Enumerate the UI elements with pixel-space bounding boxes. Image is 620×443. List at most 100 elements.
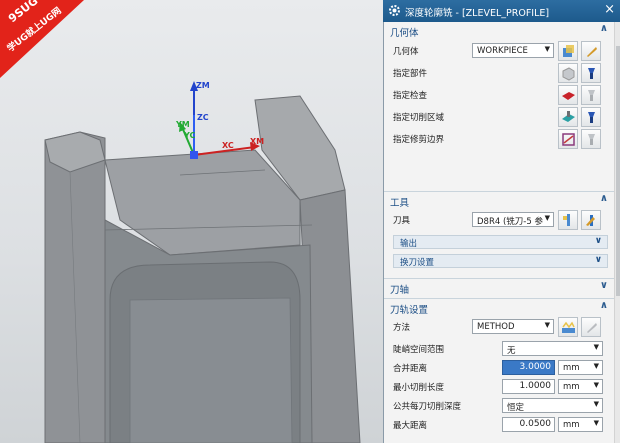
axis-label-zm: ZM <box>196 81 210 90</box>
geometry-select-value: WORKPIECE <box>477 46 528 56</box>
dropdown-arrow-icon: ▼ <box>544 214 550 222</box>
check-body-icon <box>562 92 575 100</box>
new-method-button[interactable] <box>558 317 578 337</box>
max-distance-input[interactable]: 0.0500 <box>502 417 555 432</box>
min-cut-length-unit: mm <box>563 382 580 392</box>
chevron-down-icon[interactable]: ∨ <box>600 280 608 291</box>
specify-cut-area-row: 指定切削区域 <box>384 106 614 127</box>
merge-distance-row: 合并距离 3.0000 mm ▼ <box>384 357 614 377</box>
axis-label-xc: XC <box>222 141 234 150</box>
axis-label-ym: YM <box>176 120 190 129</box>
select-check-button[interactable] <box>558 85 578 105</box>
flashlight-icon <box>588 112 595 123</box>
depth-per-cut-value: 恒定 <box>507 403 525 413</box>
section-path-settings-header[interactable]: 刀轨设置 ∧ <box>384 298 614 316</box>
flashlight-icon <box>588 68 595 79</box>
chevron-up-icon[interactable]: ∧ <box>600 300 608 311</box>
chevron-down-icon[interactable]: ∨ <box>595 236 602 246</box>
min-cut-length-input[interactable]: 1.0000 <box>502 379 555 394</box>
new-tool-button[interactable] <box>558 210 578 230</box>
flashlight-icon <box>588 90 595 101</box>
display-cut-area-button[interactable] <box>581 107 601 127</box>
scrollbar-thumb[interactable] <box>616 46 620 296</box>
method-select-value: METHOD <box>477 322 515 332</box>
min-cut-length-label: 最小切削长度 <box>393 383 445 393</box>
max-distance-row: 最大距离 0.0500 mm ▼ <box>384 414 614 434</box>
max-distance-label: 最大距离 <box>393 421 428 431</box>
section-tool-label: 工具 <box>390 198 410 209</box>
display-check-button[interactable] <box>581 85 601 105</box>
select-part-button[interactable] <box>558 63 578 83</box>
change-tool-label: 换刀设置 <box>400 258 435 268</box>
output-subsection[interactable]: 输出 ∨ <box>393 235 608 249</box>
tool-row: 刀具 D8R4 (铣刀-5 参 ▼ <box>384 209 614 230</box>
tool-select-value: D8R4 (铣刀-5 参 <box>477 217 543 227</box>
merge-distance-input[interactable]: 3.0000 <box>502 360 555 375</box>
chevron-up-icon[interactable]: ∧ <box>600 193 608 204</box>
steep-range-select[interactable]: 无 ▼ <box>502 341 603 356</box>
specify-part-label: 指定部件 <box>393 69 428 79</box>
min-cut-length-row: 最小切削长度 1.0000 mm ▼ <box>384 376 614 396</box>
tool-select[interactable]: D8R4 (铣刀-5 参 ▼ <box>472 212 554 227</box>
wrench-icon <box>587 323 597 333</box>
dropdown-arrow-icon: ▼ <box>544 321 550 329</box>
method-row: 方法 METHOD ▼ <box>384 316 614 337</box>
geometry-select[interactable]: WORKPIECE ▼ <box>472 43 554 58</box>
section-tool-axis-header[interactable]: 刀轴 ∨ <box>384 278 614 296</box>
merge-distance-unit-select[interactable]: mm ▼ <box>558 360 603 375</box>
depth-per-cut-label: 公共每刀切削深度 <box>393 402 462 412</box>
specify-check-label: 指定检查 <box>393 91 428 101</box>
display-part-button[interactable] <box>581 63 601 83</box>
steep-range-value: 无 <box>507 346 516 356</box>
new-geometry-button[interactable] <box>558 41 578 61</box>
dropdown-arrow-icon: ▼ <box>593 362 599 370</box>
select-cut-area-button[interactable] <box>558 107 578 127</box>
section-geometry-label: 几何体 <box>390 28 419 39</box>
specify-part-row: 指定部件 <box>384 62 614 83</box>
steep-range-row: 陡峭空间范围 无 ▼ <box>384 338 614 358</box>
section-tool-header[interactable]: 工具 ∧ <box>384 191 614 209</box>
geometry-row: 几何体 WORKPIECE ▼ <box>384 40 614 61</box>
dropdown-arrow-icon: ▼ <box>593 419 599 427</box>
merge-distance-label: 合并距离 <box>393 364 428 374</box>
edit-geometry-button[interactable] <box>581 41 601 61</box>
display-trim-button[interactable] <box>581 129 601 149</box>
depth-per-cut-row: 公共每刀切削深度 恒定 ▼ <box>384 395 614 415</box>
geometry-label: 几何体 <box>393 47 419 57</box>
specify-trim-row: 指定修剪边界 <box>384 128 614 149</box>
select-trim-button[interactable] <box>558 129 578 149</box>
part-cube-icon <box>562 67 575 81</box>
chevron-up-icon[interactable]: ∧ <box>600 23 608 34</box>
max-distance-unit: mm <box>563 420 580 430</box>
section-geometry-header[interactable]: 几何体 ∧ <box>384 22 614 39</box>
trim-boundary-icon <box>562 133 575 146</box>
steep-range-label: 陡峭空间范围 <box>393 345 445 355</box>
operation-dialog: 几何体 ∧ 几何体 WORKPIECE ▼ 指定部件 指定检查 指定切削区域 指… <box>383 22 620 443</box>
edit-tool-button[interactable] <box>581 210 601 230</box>
dialog-title-bar[interactable]: 深度轮廓铣 - [ZLEVEL_PROFILE] × <box>383 0 620 22</box>
flashlight-icon <box>588 134 595 145</box>
change-tool-subsection[interactable]: 换刀设置 ∨ <box>393 254 608 268</box>
edit-method-button[interactable] <box>581 317 601 337</box>
gear-icon <box>389 5 400 16</box>
site-watermark-logo: 9SUG 学UG就上UG网 <box>0 0 84 78</box>
max-distance-unit-select[interactable]: mm ▼ <box>558 417 603 432</box>
min-cut-length-unit-select[interactable]: mm ▼ <box>558 379 603 394</box>
method-select[interactable]: METHOD ▼ <box>472 319 554 334</box>
specify-check-row: 指定检查 <box>384 84 614 105</box>
new-geometry-icon <box>563 45 574 57</box>
new-method-icon <box>562 321 575 333</box>
method-label: 方法 <box>393 323 411 333</box>
output-label: 输出 <box>400 239 418 249</box>
chevron-down-icon[interactable]: ∨ <box>595 255 602 265</box>
wrench-icon <box>587 47 597 57</box>
dropdown-arrow-icon: ▼ <box>544 45 550 53</box>
depth-per-cut-select[interactable]: 恒定 ▼ <box>502 398 603 413</box>
close-button[interactable]: × <box>604 3 615 17</box>
new-tool-icon <box>563 214 570 226</box>
dialog-scrollbar[interactable] <box>614 22 620 443</box>
specify-trim-label: 指定修剪边界 <box>393 135 445 145</box>
edit-tool-icon <box>586 215 595 226</box>
dialog-title: 深度轮廓铣 - [ZLEVEL_PROFILE] <box>405 8 550 19</box>
section-path-settings-label: 刀轨设置 <box>390 305 429 316</box>
